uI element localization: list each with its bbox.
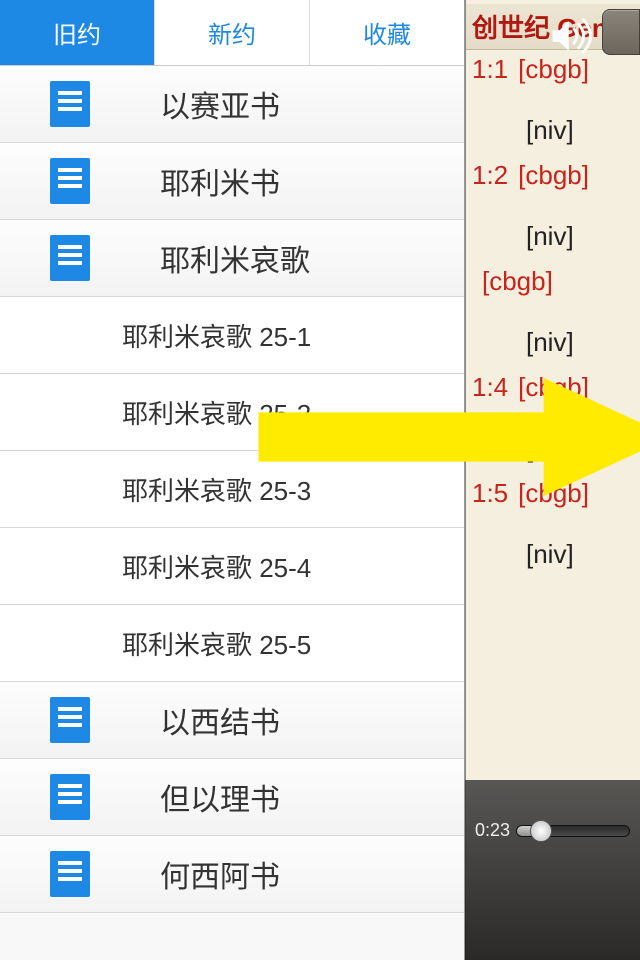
- seek-slider[interactable]: [516, 825, 630, 837]
- translation-cbgb-label: [cbgb]: [482, 266, 553, 296]
- translation-cbgb-label: [cbgb]: [518, 478, 589, 508]
- translation-niv-label: [niv]: [526, 221, 632, 252]
- elapsed-time: 0:23: [475, 820, 510, 841]
- chapter-row[interactable]: 耶利米哀歌 25-2: [0, 374, 464, 451]
- document-icon: [50, 235, 90, 281]
- panel-toggle-button[interactable]: [602, 9, 640, 55]
- tab-bar: 旧约 新约 收藏: [0, 0, 464, 66]
- translation-niv-label: [niv]: [526, 539, 632, 570]
- book-row[interactable]: 何西阿书: [0, 836, 464, 913]
- verse-ref: [472, 266, 482, 296]
- sidebar: 旧约 新约 收藏 以赛亚书耶利米书耶利米哀歌耶利米哀歌 25-1耶利米哀歌 25…: [0, 0, 465, 960]
- chapter-row[interactable]: 耶利米哀歌 25-1: [0, 297, 464, 374]
- book-row[interactable]: 以赛亚书: [0, 66, 464, 143]
- tab-old-testament[interactable]: 旧约: [0, 0, 155, 65]
- translation-niv-label: [niv]: [526, 115, 632, 146]
- translation-niv-label: [niv]: [526, 433, 632, 464]
- book-title: 何西阿书: [160, 852, 280, 896]
- book-row[interactable]: 但以理书: [0, 759, 464, 836]
- translation-niv-label: [niv]: [526, 327, 632, 358]
- document-icon: [50, 851, 90, 897]
- translation-cbgb-label: [cbgb]: [518, 372, 589, 402]
- document-icon: [50, 774, 90, 820]
- verse-ref: 1:1: [472, 54, 518, 84]
- verse-ref: 1:4: [472, 372, 518, 402]
- document-icon: [50, 81, 90, 127]
- book-list[interactable]: 以赛亚书耶利米书耶利米哀歌耶利米哀歌 25-1耶利米哀歌 25-2耶利米哀歌 2…: [0, 66, 464, 960]
- translation-cbgb-label: [cbgb]: [518, 160, 589, 190]
- reader-panel: 创世纪 Gen 1:1[cbgb][niv]1:2[cbgb][niv][cbg…: [465, 0, 640, 960]
- book-row[interactable]: 耶利米书: [0, 143, 464, 220]
- book-row[interactable]: 以西结书: [0, 682, 464, 759]
- verse-block[interactable]: 1:1[cbgb] [niv]: [466, 50, 640, 156]
- translation-cbgb-label: [cbgb]: [518, 54, 589, 84]
- book-title: 耶利米书: [160, 159, 280, 203]
- tab-favorites[interactable]: 收藏: [310, 0, 464, 65]
- book-title: 以赛亚书: [160, 82, 280, 126]
- verse-block[interactable]: 1:5[cbgb] [niv]: [466, 474, 640, 580]
- verse-ref: 1:2: [472, 160, 518, 190]
- book-row[interactable]: 耶利米哀歌: [0, 220, 464, 297]
- verse-block[interactable]: 1:2[cbgb] [niv]: [466, 156, 640, 262]
- book-title: 但以理书: [160, 775, 280, 819]
- book-title: 耶利米哀歌: [160, 236, 310, 280]
- book-title: 以西结书: [160, 698, 280, 742]
- chapter-row[interactable]: 耶利米哀歌 25-4: [0, 528, 464, 605]
- document-icon: [50, 697, 90, 743]
- chapter-row[interactable]: 耶利米哀歌 25-5: [0, 605, 464, 682]
- verse-block[interactable]: 1:4[cbgb] [niv]: [466, 368, 640, 474]
- verse-ref: 1:5: [472, 478, 518, 508]
- document-icon: [50, 158, 90, 204]
- audio-player: 0:23: [465, 780, 640, 960]
- chapter-row[interactable]: 耶利米哀歌 25-3: [0, 451, 464, 528]
- verse-block[interactable]: [cbgb] [niv]: [466, 262, 640, 368]
- tab-new-testament[interactable]: 新约: [155, 0, 310, 65]
